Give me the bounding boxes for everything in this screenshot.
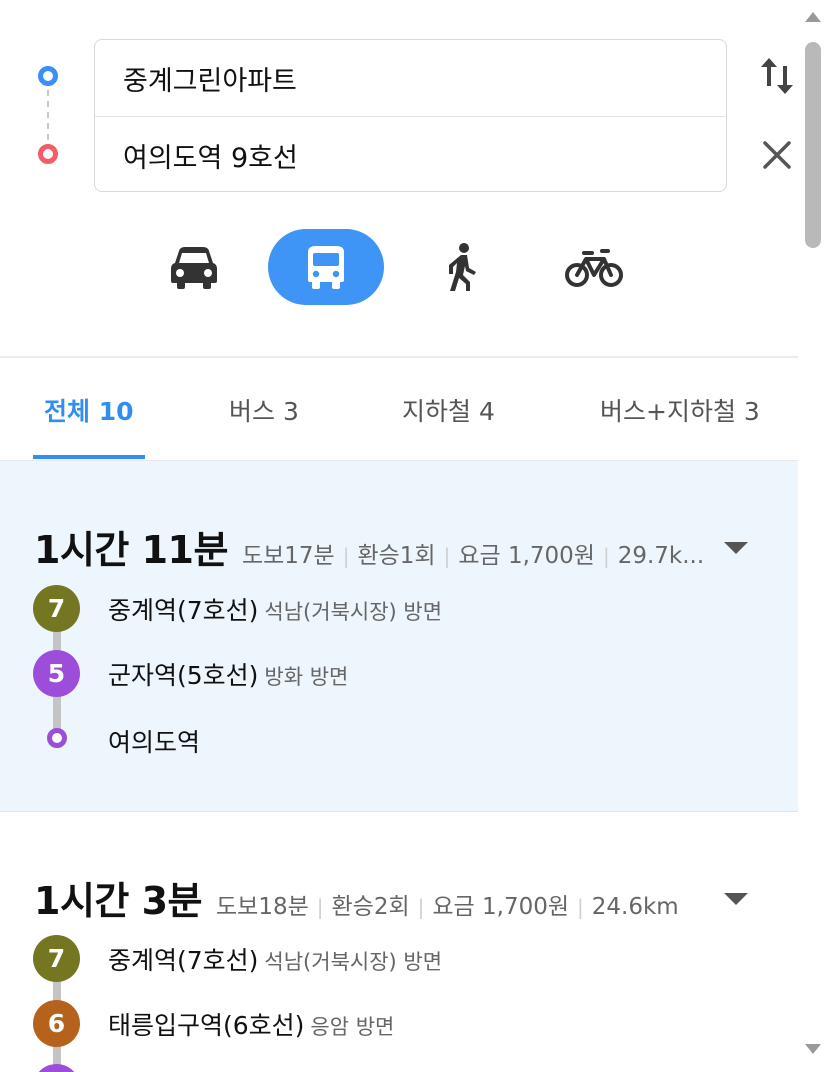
line-badge-5: 5	[33, 650, 80, 697]
origin-input[interactable]	[95, 40, 726, 116]
meta-separator: |	[342, 544, 350, 568]
destination-input[interactable]	[95, 117, 726, 191]
origin-marker-icon	[38, 66, 58, 86]
active-tab-indicator	[33, 455, 145, 459]
route-dashed-connector	[47, 90, 49, 140]
expand-caret-icon[interactable]	[724, 893, 748, 905]
meta-separator: |	[316, 895, 324, 919]
bike-icon	[565, 249, 623, 287]
station-name: 군자역(5호선)	[108, 661, 259, 690]
fare: 요금 1,700원	[432, 894, 570, 920]
destination-point-icon	[47, 728, 67, 748]
walk-time: 도보17분	[241, 543, 335, 569]
tab-subway[interactable]: 지하철 4	[402, 392, 495, 428]
scroll-down-arrow-icon[interactable]	[805, 1044, 821, 1054]
destination-marker-icon	[38, 144, 58, 164]
line-badge-6: 6	[33, 1000, 80, 1047]
station-name: 중계역(7호선)	[108, 596, 259, 625]
walk-icon	[449, 243, 476, 291]
direction-text: 방화 방면	[264, 665, 349, 689]
distance: 29.7k...	[617, 543, 705, 569]
route-step: 중계역(7호선) 석남(거북시장) 방면	[108, 591, 442, 627]
meta-separator: |	[577, 895, 584, 919]
station-name: 여의도역	[108, 728, 201, 757]
direction-text: 석남(거북시장) 방면	[264, 600, 443, 624]
tab-bus[interactable]: 버스 3	[229, 392, 299, 428]
search-fields	[94, 39, 727, 192]
station-name: 태릉입구역(6호선)	[108, 1011, 305, 1040]
direction-text: 석남(거북시장) 방면	[264, 950, 443, 974]
station-name: 중계역(7호선)	[108, 946, 259, 975]
close-icon	[763, 141, 791, 169]
directions-panel: 전체 10 버스 3 지하철 4 버스+지하철 3 1시간 11분 도보17분 |…	[0, 0, 798, 1072]
swap-button[interactable]	[757, 54, 797, 98]
scroll-up-arrow-icon[interactable]	[805, 12, 821, 22]
route-step: 군자역(5호선) 방화 방면	[108, 656, 348, 692]
swap-arrows-icon	[761, 58, 793, 94]
route-duration: 1시간 11분	[34, 528, 228, 572]
car-icon	[171, 247, 217, 289]
route-duration: 1시간 3분	[34, 879, 203, 923]
tab-bus-subway[interactable]: 버스+지하철 3	[600, 392, 760, 428]
section-divider	[0, 356, 798, 358]
meta-separator: |	[443, 544, 451, 568]
route-meta: 도보18분 | 환승2회 | 요금 1,700원 | 24.6km	[216, 887, 679, 921]
distance: 24.6km	[591, 894, 679, 920]
route-card[interactable]: 1시간 3분 도보18분 | 환승2회 | 요금 1,700원 | 24.6km 7 중계역…	[0, 812, 798, 1072]
mode-walk-button[interactable]	[404, 229, 520, 305]
clear-button[interactable]	[757, 134, 797, 178]
tab-all[interactable]: 전체 10	[44, 392, 134, 428]
bus-icon	[308, 246, 344, 289]
route-step: 태릉입구역(6호선) 응암 방면	[108, 1006, 394, 1042]
mode-transit-button[interactable]	[268, 229, 384, 305]
transfer-count: 환승2회	[331, 894, 410, 920]
scrollbar-thumb[interactable]	[805, 42, 821, 248]
line-badge-partial	[33, 1064, 80, 1072]
route-summary: 1시간 3분 도보18분 | 환승2회 | 요금 1,700원 | 24.6km	[34, 870, 679, 925]
route-step: 중계역(7호선) 석남(거북시장) 방면	[108, 941, 442, 977]
direction-text: 응암 방면	[310, 1015, 395, 1039]
line-badge-7: 7	[33, 935, 80, 982]
route-summary: 1시간 11분 도보17분 | 환승1회 | 요금 1,700원 | 29.7k...	[34, 519, 704, 574]
route-card[interactable]: 1시간 11분 도보17분 | 환승1회 | 요금 1,700원 | 29.7k... 7 …	[0, 461, 798, 811]
transfer-count: 환승1회	[357, 543, 436, 569]
vertical-scrollbar[interactable]	[798, 0, 827, 1072]
mode-car-button[interactable]	[136, 229, 252, 305]
walk-time: 도보18분	[216, 894, 309, 920]
fare: 요금 1,700원	[458, 543, 595, 569]
line-badge-7: 7	[33, 585, 80, 632]
expand-caret-icon[interactable]	[724, 542, 748, 554]
meta-separator: |	[417, 895, 425, 919]
route-meta: 도보17분 | 환승1회 | 요금 1,700원 | 29.7k...	[242, 536, 704, 570]
mode-bike-button[interactable]	[536, 229, 652, 305]
meta-separator: |	[602, 544, 610, 568]
route-step: 여의도역	[108, 723, 200, 759]
